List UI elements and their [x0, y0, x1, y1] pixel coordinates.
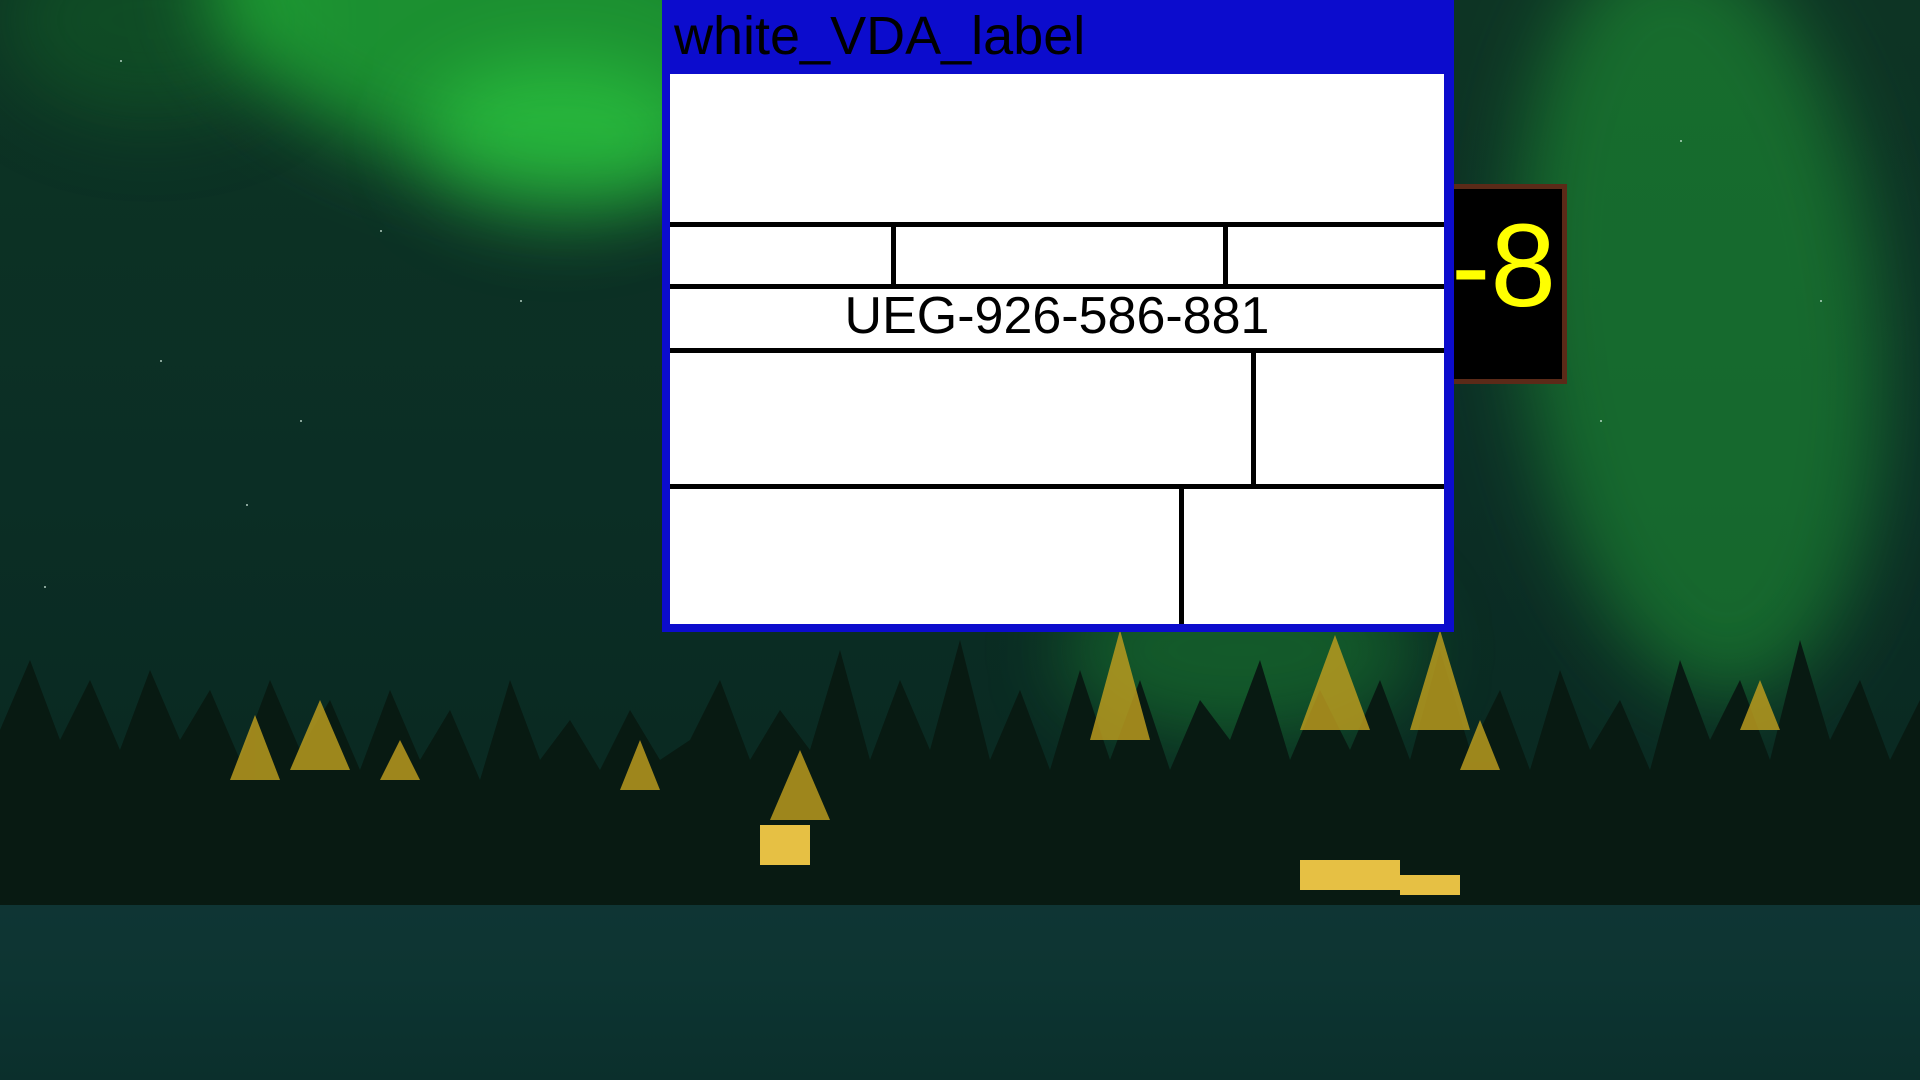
counter-value: -8	[1451, 200, 1556, 332]
label-field-row5-col1[interactable]	[670, 490, 1178, 624]
snow-ground	[0, 905, 1920, 1080]
aurora-glow	[420, 60, 700, 220]
label-header-field[interactable]	[670, 74, 1444, 222]
label-field-row5-col2[interactable]	[1184, 490, 1444, 624]
star	[160, 360, 162, 362]
star	[1820, 300, 1822, 302]
label-field-row2-col1[interactable]	[670, 226, 890, 284]
counter-panel: -8	[1440, 184, 1567, 384]
grid-divider	[670, 348, 1444, 353]
star	[1600, 420, 1602, 422]
grid-divider	[1179, 488, 1184, 624]
label-body: UEG-926-586-881	[670, 74, 1444, 624]
grid-divider	[1251, 352, 1256, 486]
label-field-row2-col3[interactable]	[1228, 226, 1444, 284]
forest-treeline	[0, 630, 1920, 920]
grid-divider	[670, 284, 1444, 289]
label-code-field[interactable]: UEG-926-586-881	[670, 288, 1444, 344]
label-field-row4-col1[interactable]	[670, 354, 1250, 484]
star	[44, 586, 46, 588]
star	[380, 230, 382, 232]
star	[246, 504, 248, 506]
grid-divider	[670, 222, 1444, 227]
grid-divider	[1223, 226, 1228, 285]
star	[300, 420, 302, 422]
star	[520, 300, 522, 302]
label-field-row2-col2[interactable]	[896, 226, 1222, 284]
label-window-title: white_VDA_label	[674, 6, 1086, 66]
star	[1680, 140, 1682, 142]
label-window[interactable]: white_VDA_label UEG-926-586-881	[662, 0, 1454, 632]
star	[120, 60, 122, 62]
grid-divider	[891, 226, 896, 285]
grid-divider	[670, 484, 1444, 489]
label-field-row4-col2[interactable]	[1256, 354, 1444, 484]
